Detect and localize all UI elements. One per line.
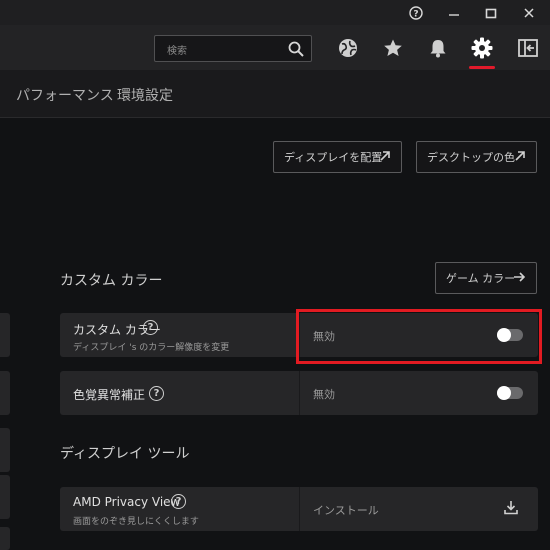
highlight-box [296, 309, 542, 364]
sidebar-exit-icon[interactable] [516, 36, 540, 60]
maximize-button[interactable] [473, 0, 509, 25]
privacy-view-label: AMD Privacy View [73, 495, 181, 509]
download-icon[interactable] [504, 500, 518, 519]
divider [299, 487, 300, 531]
side-panel-stub [0, 527, 10, 550]
help-icon[interactable]: ? [149, 386, 164, 401]
color-blindness-label: 色覚異常補正 [73, 388, 146, 402]
privacy-view-sublabel: 画面をのぞき見しにくくします [73, 517, 199, 527]
close-button[interactable] [511, 0, 547, 25]
close-icon [524, 7, 534, 18]
arrow-right-icon [513, 271, 526, 286]
desktop-color-label: デスクトップの色 [427, 151, 515, 164]
search-icon[interactable] [287, 40, 305, 62]
color-blindness-row: 色覚異常補正 ? 無効 [60, 371, 538, 415]
privacy-view-row: AMD Privacy View ? 画面をのぞき見しにくくします インストール [60, 487, 538, 531]
color-blindness-toggle[interactable] [497, 386, 523, 400]
external-arrow-icon [379, 150, 391, 165]
game-color-button[interactable]: ゲーム カラー [435, 262, 537, 294]
tab-performance[interactable]: パフォーマンス [16, 85, 114, 105]
custom-color-section-title: カスタム カラー [60, 273, 163, 289]
search-placeholder: 検索 [167, 46, 187, 57]
star-icon[interactable] [381, 36, 405, 60]
help-icon[interactable]: ? [143, 320, 158, 335]
side-panel-stub [0, 428, 10, 472]
privacy-view-value: インストール [313, 504, 379, 517]
game-color-label: ゲーム カラー [446, 272, 516, 285]
gear-icon[interactable] [470, 36, 494, 60]
top-header: 検索 [0, 25, 550, 70]
active-tab-indicator [469, 66, 495, 69]
side-panel-stub [0, 313, 10, 357]
help-icon[interactable]: ? [171, 494, 186, 509]
svg-text:?: ? [413, 9, 418, 19]
maximize-icon [485, 8, 497, 18]
search-input[interactable]: 検索 [154, 35, 312, 62]
minimize-icon [449, 13, 459, 16]
tab-preferences[interactable]: 環境設定 [117, 85, 173, 105]
help-circle-icon: ? [409, 5, 423, 20]
toggle-knob [497, 386, 511, 400]
color-blindness-value: 無効 [313, 388, 335, 401]
side-panel-stub [0, 475, 10, 519]
bell-icon[interactable] [426, 36, 450, 60]
custom-color-sublabel: ディスプレイ 's のカラー解像度を変更 [73, 343, 230, 353]
minimize-button[interactable] [436, 0, 472, 25]
arrange-display-button[interactable]: ディスプレイを配置 [273, 141, 402, 173]
side-panel-stub [0, 371, 10, 415]
title-bar: ? [0, 0, 550, 25]
desktop-color-button[interactable]: デスクトップの色 [416, 141, 537, 173]
arrange-display-label: ディスプレイを配置 [284, 151, 383, 164]
display-tools-section-title: ディスプレイ ツール [60, 446, 190, 462]
sub-navigation: パフォーマンス 環境設定 [0, 70, 550, 118]
globe-icon[interactable] [336, 36, 360, 60]
external-arrow-icon [514, 150, 526, 165]
help-button[interactable]: ? [398, 0, 434, 25]
divider [299, 371, 300, 415]
